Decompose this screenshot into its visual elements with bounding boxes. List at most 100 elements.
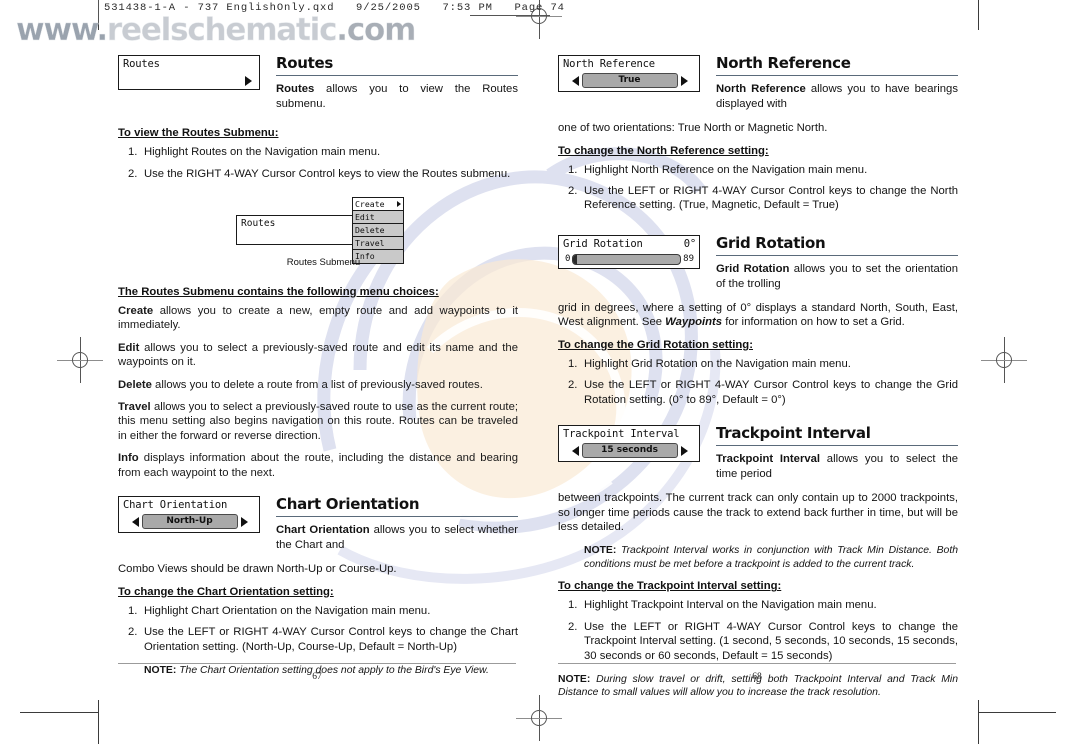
watermark-tld: .com — [336, 12, 417, 48]
steps-trackpoint-interval: Highlight Trackpoint Interval on the Nav… — [558, 598, 958, 663]
step-item: Use the LEFT or RIGHT 4-WAY Cursor Contr… — [568, 184, 958, 212]
definition-term: Travel — [118, 401, 151, 414]
step-item: Use the LEFT or RIGHT 4-WAY Cursor Contr… — [128, 625, 518, 653]
definitions-list: Create allows you to create a new, empty… — [118, 304, 518, 480]
diagram-submenu: Create Edit Delete Travel Info — [352, 197, 404, 265]
slider-min-label: 0 — [565, 254, 571, 265]
right-arrow-icon[interactable] — [680, 75, 688, 86]
steps-routes: Highlight Routes on the Navigation main … — [118, 145, 518, 181]
definition-term: Edit — [118, 341, 140, 354]
widget-title-north-reference: North Reference — [563, 58, 655, 70]
steps-grid-rotation: Highlight Grid Rotation on the Navigatio… — [558, 357, 958, 407]
menu-widget-chart-orientation[interactable]: Chart Orientation North-Up — [118, 496, 260, 534]
slider-track[interactable] — [572, 253, 682, 265]
widget-title-row-grid-rotation: Grid Rotation 0° — [563, 238, 696, 251]
widget-value-chart-orientation: North-Up — [141, 514, 238, 530]
definition-item: Info displays information about the rout… — [118, 451, 518, 480]
menu-widget-trackpoint-interval[interactable]: Trackpoint Interval 15 seconds — [558, 425, 700, 463]
diagram-item-label: Delete — [355, 224, 385, 235]
diagram-submenu-item-create: Create — [353, 198, 403, 212]
crop-mark-right-vertical — [978, 0, 979, 30]
routes-submenu-diagram: Routes Create Edit Delete Travel Info Ro… — [118, 195, 518, 277]
lead-term-chart-orientation: Chart Orientation — [276, 524, 370, 537]
definition-text: allows you to select a previously-saved … — [118, 341, 518, 369]
widget-value-trackpoint-interval: 15 seconds — [581, 443, 678, 459]
definition-text: allows you to delete a route from a list… — [151, 378, 483, 391]
step-item: Highlight Trackpoint Interval on the Nav… — [568, 598, 877, 613]
lead-wrap-part-b: for information on how to set a Grid. — [722, 316, 905, 329]
step-item: Highlight Routes on the Navigation main … — [128, 145, 381, 160]
watermark-domain: reelschematic — [106, 12, 338, 48]
left-arrow-icon[interactable] — [571, 445, 579, 456]
step-item: Use the LEFT or RIGHT 4-WAY Cursor Contr… — [568, 378, 958, 406]
section-north-reference: North Reference True North Reference Nor… — [558, 55, 958, 213]
crop-mark-right-vertical-lower — [978, 700, 979, 744]
diagram-submenu-item-delete: Delete — [353, 224, 403, 238]
menu-widget-routes[interactable]: Routes — [118, 55, 260, 90]
definition-item: Delete allows you to delete a route from… — [118, 378, 518, 392]
triangle-right-icon — [397, 201, 401, 208]
definition-term: Delete — [118, 378, 152, 391]
procedure-heading-chart-orientation: To change the Chart Orientation setting: — [118, 585, 334, 598]
section-grid-rotation: Grid Rotation 0° 0 89 Grid Rotation Grid… — [558, 233, 958, 407]
section-title-grid-rotation: Grid Rotation — [716, 233, 826, 252]
right-arrow-icon[interactable] — [680, 445, 688, 456]
step-item: Use the LEFT or RIGHT 4-WAY Cursor Contr… — [568, 620, 958, 662]
definition-term: Info — [118, 452, 139, 465]
step-item: Highlight Grid Rotation on the Navigatio… — [568, 357, 851, 372]
definition-text: allows you to select a previously-saved … — [118, 401, 518, 442]
lead-term-north-reference: North Reference — [716, 83, 806, 96]
right-arrow-icon[interactable] — [240, 516, 248, 527]
definition-item: Travel allows you to select a previously… — [118, 400, 518, 443]
registration-mark-left — [57, 337, 103, 383]
procedure-heading-trackpoint-interval: To change the Trackpoint Interval settin… — [558, 580, 782, 593]
steps-north-reference: Highlight North Reference on the Navigat… — [558, 163, 958, 213]
procedure-heading-north-reference: To change the North Reference setting: — [558, 144, 769, 157]
definition-item: Edit allows you to select a previously-s… — [118, 341, 518, 370]
step-item: Highlight North Reference on the Navigat… — [568, 163, 868, 178]
lead-term-grid-rotation: Grid Rotation — [716, 263, 790, 276]
title-underline — [716, 445, 958, 447]
section-title-trackpoint-interval: Trackpoint Interval — [716, 424, 871, 443]
lead-wrap-north-reference: one of two orientations: True North or M… — [558, 122, 828, 135]
diagram-item-label: Create — [355, 198, 385, 209]
widget-value-north-reference: True — [581, 73, 678, 88]
note-trackpoint-interval-1: NOTE: Trackpoint Interval works in conju… — [584, 544, 958, 571]
registration-mark-right — [981, 337, 1027, 383]
step-item: Highlight Chart Orientation on the Navig… — [128, 604, 431, 619]
section-chart-orientation: Chart Orientation North-Up Chart Orienta… — [118, 496, 518, 677]
lead-term-trackpoint-interval: Trackpoint Interval — [716, 453, 821, 466]
note-text: Trackpoint Interval works in conjunction… — [584, 545, 958, 570]
slug-trailing-rule — [470, 15, 550, 16]
slider-knob[interactable] — [573, 254, 578, 264]
diagram-caption: Routes Submenu — [286, 257, 361, 269]
diagram-submenu-item-edit: Edit — [353, 211, 403, 225]
menu-widget-north-reference[interactable]: North Reference True — [558, 55, 700, 92]
lead-wrap-italic-term: Waypoints — [665, 316, 723, 329]
widget-value-grid-rotation: 0° — [683, 237, 696, 250]
left-arrow-icon[interactable] — [571, 75, 579, 86]
left-arrow-icon[interactable] — [131, 516, 139, 527]
title-underline — [276, 516, 518, 518]
section-title-north-reference: North Reference — [716, 54, 851, 72]
widget-title-trackpoint-interval: Trackpoint Interval — [563, 428, 680, 441]
slider-max-label: 89 — [683, 254, 694, 265]
step-item: Use the RIGHT 4-WAY Cursor Control keys … — [128, 167, 511, 182]
section-title-chart-orientation: Chart Orientation — [276, 495, 420, 514]
title-underline — [716, 254, 958, 257]
crop-mark-bottom-right-horizontal — [978, 712, 1056, 713]
page-number-left: 67 — [312, 672, 322, 682]
lead-wrap-chart-orientation: Combo Views should be drawn North-Up or … — [118, 563, 397, 576]
procedure-heading-grid-rotation: To change the Grid Rotation setting: — [558, 338, 753, 351]
registration-mark-bottom — [516, 695, 562, 741]
lead-term-routes: Routes — [276, 83, 315, 96]
section-title-routes: Routes — [276, 54, 334, 72]
grid-rotation-slider[interactable]: 0 89 — [563, 253, 696, 265]
definition-text: displays information about the route, in… — [118, 452, 518, 479]
menu-widget-grid-rotation[interactable]: Grid Rotation 0° 0 89 — [558, 234, 700, 269]
right-arrow-icon — [245, 76, 252, 86]
diagram-item-label: Edit — [355, 211, 375, 222]
left-page-column: Routes Routes Routes allows you to view … — [118, 55, 518, 685]
definition-text: allows you to create a new, empty route … — [118, 305, 518, 332]
watermark-www: www. — [16, 12, 109, 48]
